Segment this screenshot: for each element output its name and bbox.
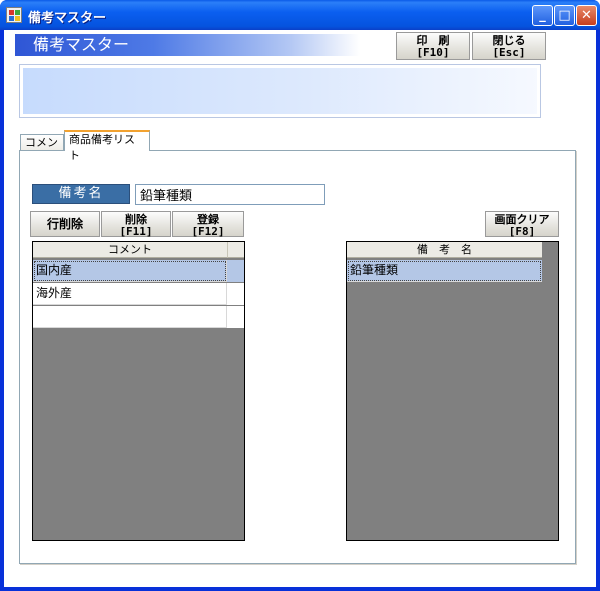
remark-name-label: 備考名: [32, 184, 130, 204]
tab-product-remark-list[interactable]: 商品備考リスト: [64, 130, 150, 162]
delete-row-button-label: 行削除: [46, 217, 83, 231]
page-title: 備考マスター: [15, 34, 360, 56]
comment-grid-header[interactable]: コメント: [33, 242, 227, 258]
delete-button[interactable]: 削除 [F11]: [101, 211, 171, 238]
client-area: 備考マスター 印 刷 [F10] 閉じる [Esc] コメント 商品備考リスト …: [4, 30, 596, 587]
print-button[interactable]: 印 刷 [F10]: [396, 32, 470, 60]
app-grid-icon[interactable]: [6, 7, 22, 23]
maximize-button[interactable]: □: [554, 5, 575, 26]
clear-screen-button-shortcut: [F8]: [508, 225, 536, 238]
table-row[interactable]: 国内産: [33, 260, 244, 282]
print-button-shortcut: [F10]: [416, 46, 450, 59]
close-button-shortcut: [Esc]: [492, 46, 526, 59]
minimize-button[interactable]: _: [532, 5, 553, 26]
application-window: 備考マスター _ □ ✕ 備考マスター 印 刷 [F10] 閉じる [Esc] …: [0, 0, 600, 591]
table-row[interactable]: 海外産: [33, 283, 244, 305]
close-window-button[interactable]: ✕: [576, 5, 597, 26]
window-title: 備考マスター: [28, 11, 107, 26]
remark-grid-header[interactable]: 備 考 名: [347, 242, 542, 258]
comment-cell[interactable]: 国内産: [33, 260, 227, 282]
close-button[interactable]: 閉じる [Esc]: [472, 32, 546, 60]
comment-grid[interactable]: コメント 国内産 海外産: [32, 241, 245, 541]
info-panel: [19, 64, 541, 118]
remark-cell[interactable]: 鉛筆種類: [347, 260, 542, 282]
remark-grid[interactable]: 備 考 名 鉛筆種類: [346, 241, 559, 541]
remark-name-input[interactable]: [135, 184, 325, 205]
comment-cell[interactable]: [33, 306, 227, 328]
title-bar[interactable]: 備考マスター _ □ ✕: [0, 0, 600, 30]
table-row-new[interactable]: [33, 306, 244, 328]
register-button-shortcut: [F12]: [191, 225, 225, 238]
delete-row-button[interactable]: 行削除: [30, 211, 100, 237]
table-row[interactable]: 鉛筆種類: [347, 260, 542, 282]
register-button[interactable]: 登録 [F12]: [172, 211, 244, 238]
comment-cell[interactable]: 海外産: [33, 283, 227, 305]
delete-button-shortcut: [F11]: [119, 225, 153, 238]
clear-screen-button[interactable]: 画面クリア [F8]: [485, 211, 559, 238]
